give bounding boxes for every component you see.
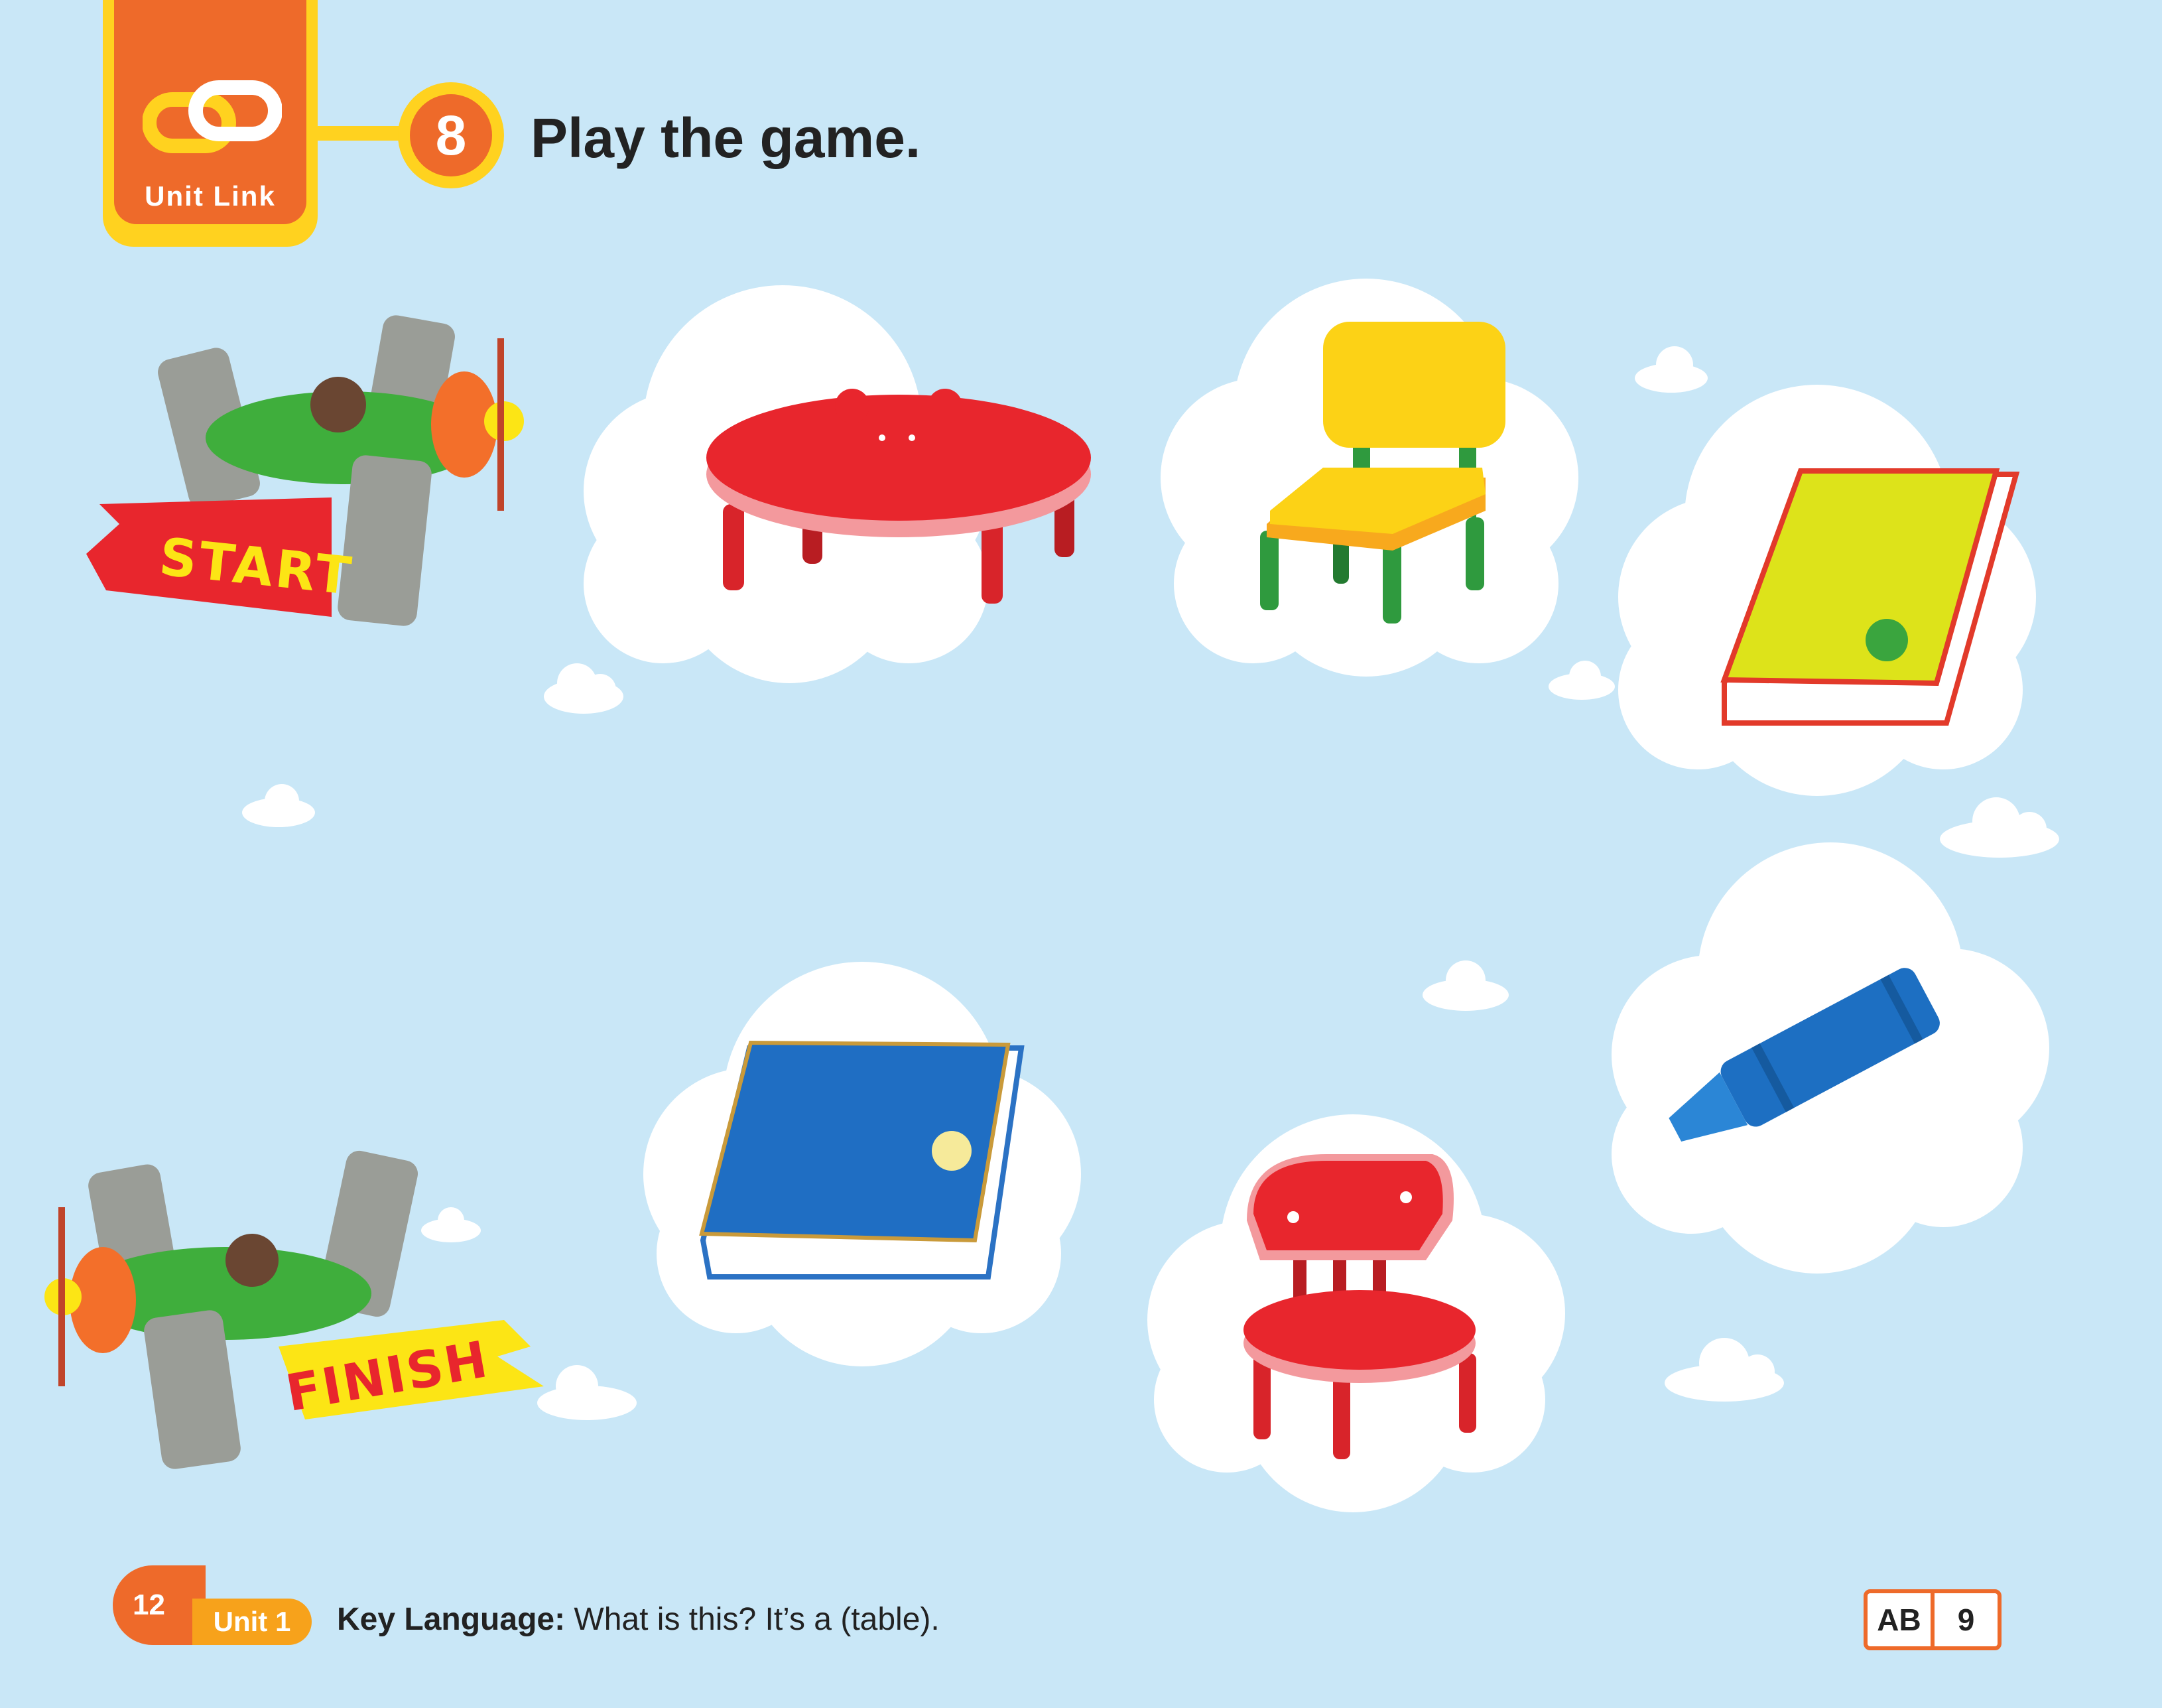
ab-page: 9 (1931, 1593, 1998, 1646)
key-language: Key Language: What is this? It’s a (tabl… (337, 1601, 940, 1638)
activity-book-ref: AB 9 (1864, 1589, 2002, 1650)
finish-plane (44, 1150, 544, 1469)
game-space-book-yellow[interactable] (1618, 385, 2036, 796)
game-space-book-blue[interactable] (643, 962, 1081, 1366)
book-icon (699, 1040, 1025, 1280)
game-space-table[interactable] (584, 285, 1091, 683)
game-space-chair-red[interactable] (1147, 1114, 1565, 1512)
key-language-text: What is this? It’s a (table). (574, 1602, 940, 1637)
game-space-chair-yellow[interactable] (1161, 279, 1578, 677)
unit-label: Unit 1 (192, 1599, 312, 1645)
ab-label: AB (1877, 1603, 1921, 1637)
page-number: 12 (113, 1565, 206, 1645)
game-space-crayon[interactable] (1612, 842, 2049, 1274)
key-language-label: Key Language: (337, 1602, 566, 1637)
